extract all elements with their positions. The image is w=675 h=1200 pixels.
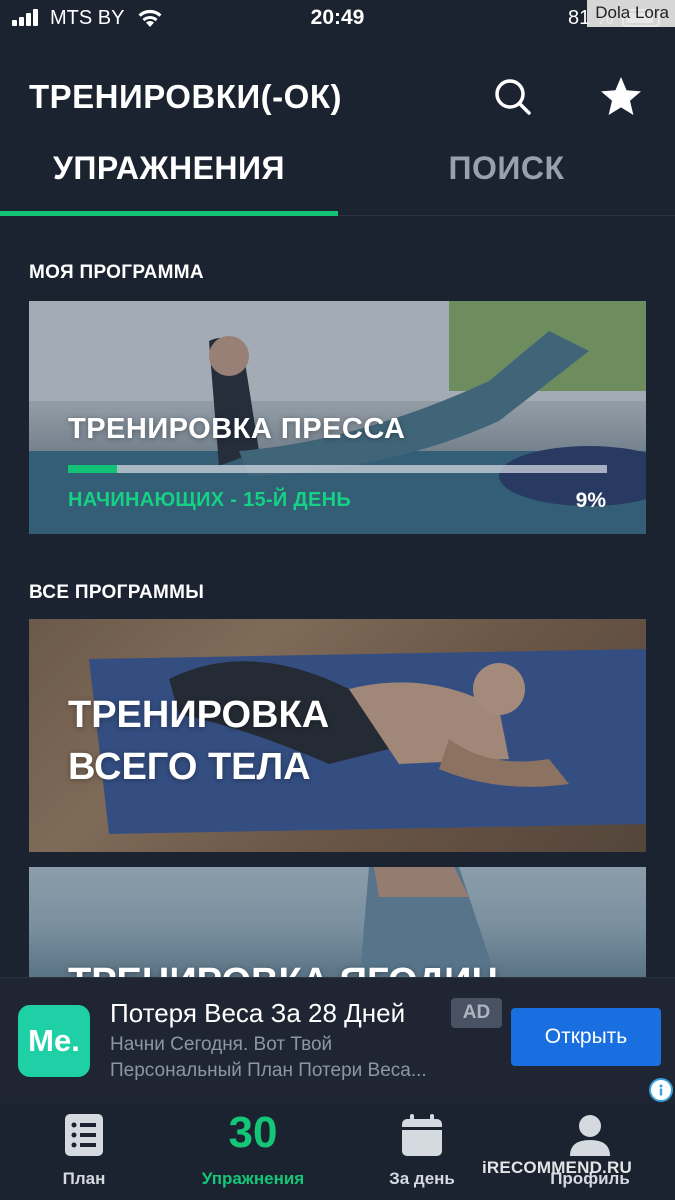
watermark-author: Dola Lora	[587, 0, 675, 27]
ad-badge: AD	[451, 998, 502, 1028]
ad-description-line-1: Начни Сегодня. Вот Твой	[110, 1034, 333, 1055]
page-title: ТРЕНИРОВКИ(-ОК)	[29, 78, 342, 115]
program-progress-fill	[68, 465, 117, 473]
program-card-abs[interactable]: ТРЕНИРОВКА ПРЕССА НАЧИНАЮЩИХ - 15-Й ДЕНЬ…	[29, 301, 646, 534]
card-title-line-1: ТРЕНИРОВКА	[68, 694, 330, 736]
search-button[interactable]	[488, 72, 538, 122]
ad-app-logo: Me.	[18, 1005, 90, 1077]
profile-icon	[570, 1115, 610, 1156]
ad-description-line-2: Персональный План Потери Веса...	[110, 1060, 427, 1081]
nav-profile[interactable]: Профиль	[530, 1103, 650, 1200]
nav-day[interactable]: За день	[362, 1103, 482, 1200]
info-icon	[659, 1084, 663, 1096]
ad-banner[interactable]: Me. Потеря Веса За 28 Дней AD Начни Сего…	[0, 977, 675, 1103]
program-card-full-body[interactable]: ТРЕНИРОВКА ВСЕГО ТЕЛА	[29, 619, 646, 852]
bottom-navigation: План 30 Упражнения За день Профиль	[0, 1103, 675, 1200]
card-title: ТРЕНИРОВКА ВСЕГО ТЕЛА	[68, 689, 329, 793]
card-title-line-2: ВСЕГО ТЕЛА	[68, 746, 311, 788]
card-title: ТРЕНИРОВКА ПРЕССА	[68, 413, 406, 445]
nav-label: Упражнения	[201, 1169, 305, 1188]
active-tab-indicator	[0, 211, 338, 216]
star-icon	[601, 77, 641, 115]
nav-exercises[interactable]: 30 Упражнения	[183, 1103, 323, 1200]
ad-description: Начни Сегодня. Вот Твой Персональный Пла…	[110, 1032, 427, 1084]
nav-label: План	[62, 1169, 106, 1188]
nav-plan[interactable]: План	[24, 1103, 144, 1200]
progress-percent: 9%	[575, 489, 606, 512]
card-subtitle: НАЧИНАЮЩИХ - 15-Й ДЕНЬ	[68, 489, 352, 511]
section-title-all-programs: ВСЕ ПРОГРАММЫ	[29, 582, 205, 603]
tab-exercises[interactable]: УПРАЖНЕНИЯ	[0, 150, 338, 216]
section-title-my-program: МОЯ ПРОГРАММА	[29, 262, 204, 283]
program-progress-bar	[68, 465, 607, 473]
favorites-button[interactable]	[596, 72, 646, 122]
nav-number-30: 30	[228, 1108, 278, 1157]
tab-search[interactable]: ПОИСК	[338, 150, 675, 216]
ad-open-button[interactable]: Открыть	[511, 1008, 661, 1066]
program-card-glutes[interactable]: ТРЕНИРОВКА ЯГОДИЦ	[29, 867, 646, 987]
ad-info-icon[interactable]	[649, 1078, 673, 1102]
watermark-site: iRECOMMEND.RU	[482, 1158, 632, 1177]
search-icon	[495, 79, 531, 115]
list-icon	[65, 1114, 103, 1156]
ad-title: Потеря Веса За 28 Дней	[110, 998, 406, 1028]
nav-label: За день	[389, 1169, 455, 1188]
calendar-icon	[402, 1114, 442, 1156]
status-bar: MTS BY 20:49 81 % Dola Lora	[0, 0, 675, 38]
